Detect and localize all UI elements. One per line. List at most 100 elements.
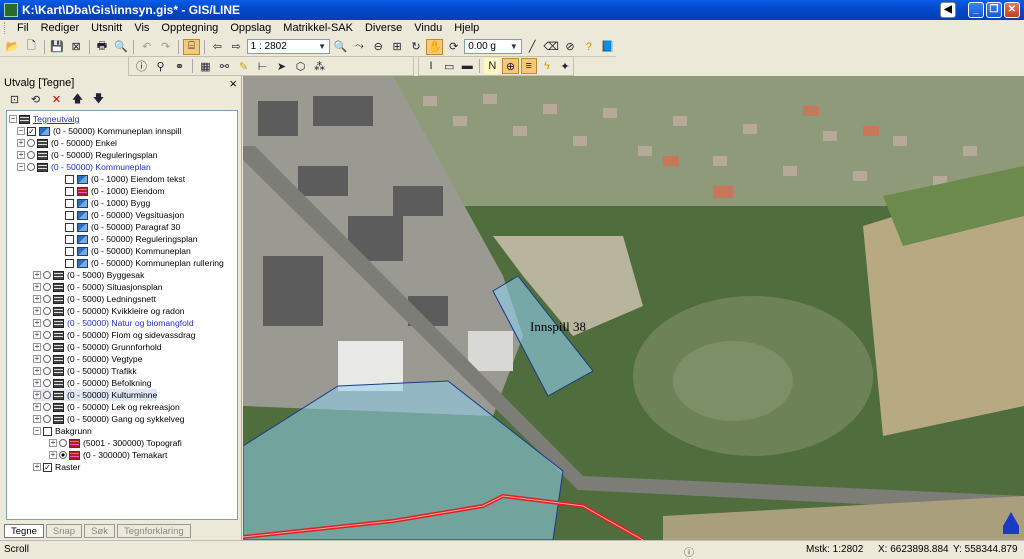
close-button[interactable]: ✕ xyxy=(1004,2,1020,18)
tree-row[interactable]: − (0 - 50000) Kommuneplan xyxy=(17,161,151,173)
layer-select-icon[interactable]: ⌸ xyxy=(183,38,200,55)
rotate-icon[interactable]: ↻ xyxy=(408,39,425,55)
tree-row[interactable]: + (0 - 50000) Befolkning xyxy=(33,377,152,389)
expand-icon[interactable]: + xyxy=(33,463,41,471)
checkbox[interactable] xyxy=(65,234,74,244)
radio[interactable] xyxy=(43,391,51,399)
expand-icon[interactable]: + xyxy=(33,295,41,303)
layer-properties-icon[interactable]: ⊡ xyxy=(6,91,23,107)
print-icon[interactable]: 🖶 xyxy=(94,39,111,55)
menu-opptegning[interactable]: Opptegning xyxy=(155,22,224,34)
pan-hand-icon[interactable]: ✋ xyxy=(426,38,444,55)
checkbox-checked[interactable]: ✓ xyxy=(43,462,52,472)
radio[interactable] xyxy=(27,151,35,159)
tab-snap[interactable]: Snap xyxy=(45,524,83,538)
tree-row[interactable]: + (0 - 50000) Gang og sykkelveg xyxy=(33,413,185,425)
checkbox[interactable] xyxy=(65,210,74,220)
radio[interactable] xyxy=(43,331,51,339)
back-button[interactable]: ◀ xyxy=(940,2,956,18)
tree-row[interactable]: − Bakgrunn xyxy=(33,425,92,437)
expand-icon[interactable]: + xyxy=(33,415,41,423)
tree-row[interactable]: + (0 - 50000) Kulturminne xyxy=(33,389,158,401)
ruler-icon[interactable]: ▬ xyxy=(459,58,475,74)
refresh-icon[interactable]: ⟳ xyxy=(445,39,462,55)
tree-row[interactable]: − ✓ (0 - 50000) Kommuneplan innspill xyxy=(17,125,182,137)
save-icon[interactable]: 💾 xyxy=(49,39,66,55)
radio[interactable] xyxy=(43,367,51,375)
expand-icon[interactable]: + xyxy=(33,331,41,339)
radio[interactable] xyxy=(59,439,67,447)
panel-close-icon[interactable]: × xyxy=(229,76,237,91)
expand-icon[interactable]: + xyxy=(33,379,41,387)
maximize-button[interactable]: ❐ xyxy=(986,2,1002,18)
expand-icon[interactable]: + xyxy=(49,439,57,447)
expand-icon[interactable]: + xyxy=(33,343,41,351)
text-box-icon[interactable]: ▭ xyxy=(441,58,457,74)
expand-icon[interactable]: + xyxy=(33,307,41,315)
map-canvas[interactable]: Innspill 38 xyxy=(243,76,1024,540)
tree-row[interactable]: + (0 - 50000) Trafikk xyxy=(33,365,137,377)
highlight-icon[interactable]: ✎ xyxy=(235,58,252,74)
refresh-layers-icon[interactable]: ⟲ xyxy=(27,91,44,107)
zoom-icon[interactable]: 🔍 xyxy=(332,39,349,55)
collapse-icon[interactable]: − xyxy=(17,163,25,171)
list-icon[interactable]: ≡ xyxy=(520,58,537,74)
tab-tegnforklaring[interactable]: Tegnforklaring xyxy=(116,524,191,538)
binoculars-icon[interactable]: ⚭ xyxy=(171,58,188,74)
new-icon[interactable]: 🗋 xyxy=(23,39,40,55)
tree-row[interactable]: + (0 - 50000) Vegtype xyxy=(33,353,143,365)
zoom-extent-icon[interactable]: ⊞ xyxy=(389,39,406,55)
back-nav-icon[interactable]: ⇦ xyxy=(209,39,226,55)
tree-row[interactable]: + (0 - 50000) Grunnforhold xyxy=(33,341,162,353)
eraser-icon[interactable]: ⌫ xyxy=(543,39,560,55)
tree-row[interactable]: (0 - 50000) Paragraf 30 xyxy=(65,221,180,233)
checkbox[interactable] xyxy=(65,258,74,268)
north-arrow-icon[interactable]: N xyxy=(484,58,501,74)
expand-icon[interactable]: + xyxy=(49,451,57,459)
tree-row[interactable]: (0 - 50000) Kommuneplan xyxy=(65,245,191,257)
tree-row[interactable]: + (0 - 50000) Enkel xyxy=(17,137,117,149)
move-up-icon[interactable]: 🡅 xyxy=(69,91,86,107)
menu-fil[interactable]: Fil xyxy=(11,22,35,34)
menu-oppslag[interactable]: Oppslag xyxy=(224,22,277,34)
expand-icon[interactable]: + xyxy=(33,355,41,363)
radio[interactable] xyxy=(43,355,51,363)
search-features-icon[interactable]: ⚯ xyxy=(216,58,233,74)
open-folder-icon[interactable]: 📂 xyxy=(4,39,21,55)
expand-icon[interactable]: + xyxy=(33,283,41,291)
checkbox[interactable] xyxy=(65,186,74,196)
tree-row[interactable]: + (0 - 50000) Flom og sidevassdrag xyxy=(33,329,196,341)
tree-row[interactable]: + (0 - 50000) Reguleringsplan xyxy=(17,149,158,161)
undo-icon[interactable]: ↶ xyxy=(138,39,155,55)
tree-row[interactable]: (0 - 1000) Eiendom xyxy=(65,185,165,197)
minimize-button[interactable]: _ xyxy=(968,2,984,18)
scale-combo[interactable]: 1 : 2802 ▼ xyxy=(246,39,331,54)
tree-row[interactable]: − Tegneutvalg xyxy=(9,113,79,125)
expand-icon[interactable]: + xyxy=(17,151,25,159)
tree-row[interactable]: + (5001 - 300000) Topografi xyxy=(49,437,182,449)
lightning-icon[interactable]: ϟ xyxy=(539,58,555,74)
menu-diverse[interactable]: Diverse xyxy=(359,22,408,34)
radio[interactable] xyxy=(43,307,51,315)
expand-icon[interactable]: + xyxy=(33,319,41,327)
move-down-icon[interactable]: 🡇 xyxy=(90,91,107,107)
snap-icon[interactable]: ⊕ xyxy=(502,58,519,74)
layer-tree[interactable]: − Tegneutvalg − ✓ (0 - 50000) Kommunepla… xyxy=(6,110,238,520)
select-icon[interactable]: ⊘ xyxy=(562,39,579,55)
collapse-icon[interactable]: − xyxy=(17,127,25,135)
tree-row[interactable]: + (0 - 300000) Temakart xyxy=(49,449,167,461)
print-preview-icon[interactable]: 🔍 xyxy=(112,39,129,55)
checkbox[interactable] xyxy=(65,198,74,208)
menu-matrikkel-sak[interactable]: Matrikkel-SAK xyxy=(277,22,359,34)
help-icon[interactable]: ? xyxy=(580,39,597,55)
tree-row[interactable]: + (0 - 50000) Natur og biomangfold xyxy=(33,317,194,329)
expand-icon[interactable]: + xyxy=(33,403,41,411)
expand-icon[interactable]: + xyxy=(33,271,41,279)
forward-nav-icon[interactable]: ⇨ xyxy=(228,39,245,55)
tree-row[interactable]: (0 - 50000) Kommuneplan rullering xyxy=(65,257,224,269)
radio[interactable] xyxy=(43,271,51,279)
expand-icon[interactable]: + xyxy=(17,139,25,147)
settings-icon[interactable]: ✦ xyxy=(557,58,573,74)
menu-hjelp[interactable]: Hjelp xyxy=(448,22,485,34)
tab-tegne[interactable]: Tegne xyxy=(4,524,44,538)
